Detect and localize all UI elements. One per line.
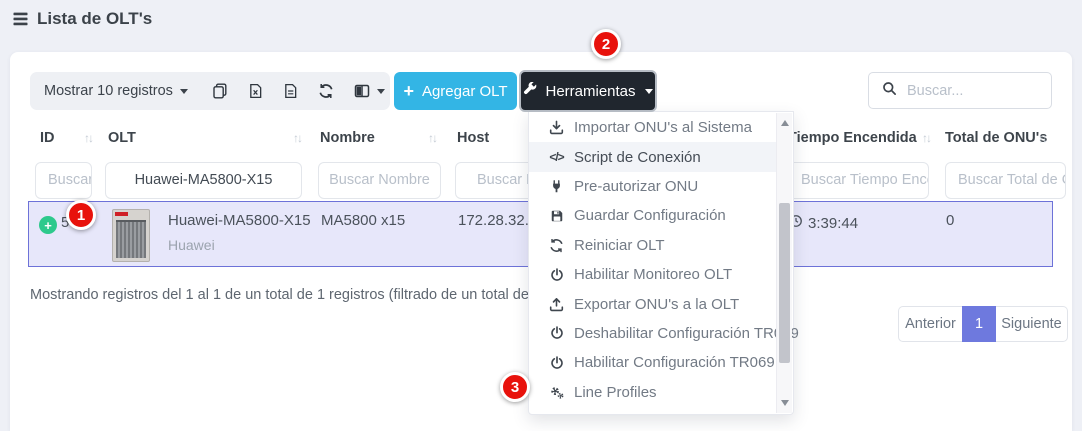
tools-dropdown-menu: Importar ONU's al Sistema </> Script de … bbox=[528, 111, 794, 415]
page-title-bar: Lista de OLT's bbox=[12, 9, 152, 29]
expand-row-button[interactable]: + bbox=[39, 216, 57, 234]
file-export-button[interactable] bbox=[283, 83, 298, 99]
filter-input-total[interactable]: Buscar Total de ONU's bbox=[945, 162, 1066, 199]
wrench-icon bbox=[523, 82, 538, 101]
column-header-olt[interactable]: OLT bbox=[108, 130, 136, 150]
save-icon bbox=[548, 209, 565, 223]
column-header-nombre[interactable]: Nombre bbox=[320, 130, 375, 150]
tools-dropdown-button[interactable]: Herramientas bbox=[519, 70, 657, 112]
device-slots bbox=[116, 220, 146, 258]
cell-total-onus: 0 bbox=[946, 212, 954, 229]
menu-item-guardar-configuracion[interactable]: Guardar Configuración bbox=[529, 201, 776, 230]
huawei-logo bbox=[115, 212, 128, 216]
menu-item-habilitar-monitoreo[interactable]: Habilitar Monitoreo OLT bbox=[529, 260, 776, 289]
cell-tiempo: 3:39:44 bbox=[808, 215, 858, 232]
length-menu-button[interactable]: Mostrar 10 registros bbox=[44, 83, 173, 99]
column-header-tiempo[interactable]: Tiempo Encendida bbox=[788, 130, 917, 150]
pagination-page-1-button[interactable]: 1 bbox=[962, 306, 996, 342]
menu-item-script-conexion[interactable]: </> Script de Conexión bbox=[529, 142, 776, 171]
search-input[interactable]: Buscar... bbox=[868, 72, 1052, 109]
power-icon bbox=[548, 356, 565, 370]
filter-input-tiempo[interactable]: Buscar Tiempo Encendida bbox=[782, 162, 929, 199]
stack-icon bbox=[12, 11, 29, 27]
sync-icon bbox=[548, 238, 565, 253]
filter-input-id[interactable]: Buscar ID bbox=[35, 162, 92, 199]
search-icon bbox=[882, 81, 897, 101]
filter-input-olt[interactable]: Huawei-MA5800-X15 bbox=[105, 162, 302, 199]
chevron-down-icon bbox=[180, 89, 188, 94]
annotation-badge-3: 3 bbox=[500, 372, 530, 402]
menu-item-reiniciar-olt[interactable]: Reiniciar OLT bbox=[529, 231, 776, 260]
search-placeholder: Buscar... bbox=[907, 83, 963, 99]
scroll-down-icon[interactable] bbox=[781, 400, 789, 406]
column-visibility-button[interactable] bbox=[354, 83, 385, 99]
add-olt-button[interactable]: + Agregar OLT bbox=[394, 72, 517, 110]
annotation-badge-2: 2 bbox=[591, 29, 621, 59]
menu-item-deshabilitar-tr069[interactable]: Deshabilitar Configuración TR069 bbox=[529, 319, 776, 348]
chevron-down-icon bbox=[645, 89, 653, 94]
sort-icon[interactable]: ↑↓ bbox=[84, 131, 92, 145]
annotation-badge-1: 1 bbox=[66, 200, 96, 230]
sort-icon[interactable]: ↑↓ bbox=[1038, 131, 1046, 145]
menu-item-line-profiles[interactable]: Line Profiles bbox=[529, 378, 776, 407]
menu-item-importar-onus[interactable]: Importar ONU's al Sistema bbox=[529, 113, 776, 142]
cell-host: 172.28.32.4 bbox=[458, 212, 537, 229]
chevron-down-icon bbox=[377, 89, 385, 94]
tools-label: Herramientas bbox=[545, 83, 635, 100]
column-header-host[interactable]: Host bbox=[457, 130, 489, 150]
filter-input-nombre[interactable]: Buscar Nombre bbox=[318, 162, 441, 199]
sort-icon[interactable]: ↑↓ bbox=[428, 131, 436, 145]
menu-scrollbar[interactable] bbox=[776, 113, 792, 413]
olt-device-image bbox=[112, 209, 150, 262]
menu-item-pre-autorizar-onu[interactable]: Pre-autorizar ONU bbox=[529, 172, 776, 201]
cell-olt-model: Huawei-MA5800-X15 bbox=[168, 212, 311, 229]
sort-icon[interactable]: ↑↓ bbox=[922, 131, 930, 145]
upload-icon bbox=[548, 297, 565, 312]
scrollbar-thumb[interactable] bbox=[779, 203, 790, 363]
menu-item-habilitar-tr069[interactable]: Habilitar Configuración TR069 bbox=[529, 348, 776, 377]
page-title: Lista de OLT's bbox=[37, 9, 152, 29]
plug-icon bbox=[548, 179, 565, 194]
copy-button[interactable] bbox=[212, 83, 228, 99]
cogs-icon bbox=[548, 385, 565, 400]
reload-button[interactable] bbox=[318, 83, 334, 99]
cell-olt-vendor: Huawei bbox=[168, 237, 215, 253]
menu-item-exportar-onus[interactable]: Exportar ONU's a la OLT bbox=[529, 289, 776, 318]
scroll-up-icon[interactable] bbox=[781, 120, 789, 126]
code-icon: </> bbox=[548, 150, 565, 164]
cell-nombre: MA5800 x15 bbox=[321, 212, 405, 229]
plus-icon: + bbox=[403, 82, 414, 100]
table-toolbar: Mostrar 10 registros bbox=[30, 72, 390, 110]
table-info: Mostrando registros del 1 al 1 de un tot… bbox=[30, 287, 605, 303]
power-icon bbox=[548, 326, 565, 340]
column-header-id[interactable]: ID bbox=[40, 130, 55, 150]
power-icon bbox=[548, 268, 565, 282]
column-header-total[interactable]: Total de ONU's bbox=[945, 130, 1047, 150]
download-icon bbox=[548, 120, 565, 135]
pagination-next-button[interactable]: Siguiente bbox=[996, 306, 1068, 342]
sort-icon[interactable]: ↑↓ bbox=[293, 131, 301, 145]
pagination-previous-button[interactable]: Anterior bbox=[898, 306, 962, 342]
add-olt-label: Agregar OLT bbox=[422, 83, 508, 100]
excel-export-button[interactable] bbox=[248, 83, 263, 99]
